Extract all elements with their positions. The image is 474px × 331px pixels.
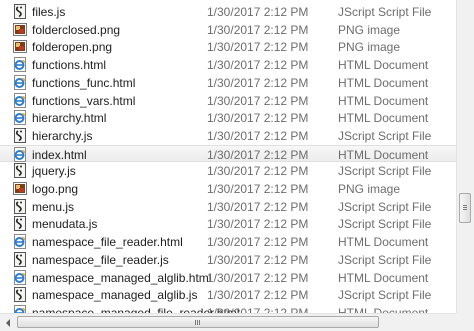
file-date-modified: 1/30/2017 2:12 PM [207, 305, 309, 313]
file-type: HTML Document [338, 235, 429, 250]
file-name: files.js [32, 5, 66, 19]
file-date-modified: 1/30/2017 2:12 PM [207, 93, 309, 108]
html-document-icon [13, 57, 27, 73]
jscript-file-icon [13, 163, 27, 179]
file-name: hierarchy.html [32, 111, 107, 126]
file-date-modified: 1/30/2017 2:12 PM [207, 270, 309, 285]
file-row[interactable]: jquery.js 1/30/2017 2:12 PM JScript Script… [0, 162, 456, 180]
scrollbar-corner [456, 313, 474, 331]
file-row[interactable]: menu.js 1/30/2017 2:12 PM JScript Script F… [0, 198, 456, 216]
file-name: namespace_managed_alglib.js [32, 288, 198, 303]
file-name: hierarchy.js [32, 128, 93, 143]
file-row[interactable]: hierarchy.html 1/30/2017 2:12 PM HTML Docu… [0, 109, 456, 127]
horizontal-scrollbar-thumb[interactable] [17, 316, 379, 328]
file-type: JScript Script File [338, 252, 432, 267]
file-type: PNG image [338, 182, 401, 196]
file-row[interactable]: logo.png 1/30/2017 2:12 PM PNG image [0, 180, 456, 198]
png-image-icon [13, 181, 27, 196]
file-date-modified: 1/30/2017 2:12 PM [207, 58, 309, 73]
file-row-selected[interactable]: index.html 1/30/2017 2:12 PM HTML Document [0, 144, 456, 163]
file-row[interactable]: functions.html 1/30/2017 2:12 PM HTML Docu… [0, 56, 456, 74]
scroll-left-arrow-icon[interactable] [0, 314, 17, 331]
file-date-modified: 1/30/2017 2:12 PM [207, 182, 309, 196]
file-type: HTML Document [338, 58, 429, 73]
vertical-scrollbar-thumb[interactable] [459, 193, 471, 223]
file-name: index.html [32, 147, 87, 162]
file-row[interactable]: functions_vars.html 1/30/2017 2:12 PM HTML… [0, 92, 456, 110]
horizontal-scrollbar[interactable] [0, 313, 456, 331]
html-document-icon [13, 92, 27, 108]
file-type: JScript Script File [338, 199, 432, 214]
file-row[interactable]: menudata.js 1/30/2017 2:12 PM JScript Scri… [0, 215, 456, 233]
file-type: HTML Document [338, 111, 429, 126]
file-date-modified: 1/30/2017 2:12 PM [207, 252, 309, 267]
file-name: namespace_file_reader.html [32, 235, 183, 250]
vertical-scrollbar[interactable] [456, 0, 474, 313]
file-date-modified: 1/30/2017 2:12 PM [207, 22, 309, 37]
file-row[interactable]: folderopen.png 1/30/2017 2:12 PM PNG image [0, 38, 456, 56]
file-name: logo.png [32, 182, 79, 196]
file-type: JScript Script File [338, 5, 432, 19]
file-row[interactable]: namespace_managed_file_reader.html 1/30/2… [0, 304, 456, 313]
file-name: functions_func.html [32, 75, 136, 90]
file-row[interactable]: namespace_managed_alglib.html 1/30/2017 2… [0, 269, 456, 287]
file-name: functions.html [32, 58, 107, 73]
file-date-modified: 1/30/2017 2:12 PM [207, 164, 309, 179]
file-name: folderopen.png [32, 40, 113, 55]
file-type: HTML Document [338, 147, 429, 162]
jscript-file-icon [13, 251, 27, 267]
file-row[interactable]: folderclosed.png 1/30/2017 2:12 PM PNG ima… [0, 21, 456, 39]
file-date-modified: 1/30/2017 2:12 PM [207, 5, 309, 19]
file-type: JScript Script File [338, 288, 432, 303]
file-type: HTML Document [338, 93, 429, 108]
html-document-icon [13, 234, 27, 250]
file-type: JScript Script File [338, 164, 432, 179]
file-name: functions_vars.html [32, 93, 136, 108]
file-name: menu.js [32, 199, 75, 214]
jscript-file-icon [13, 127, 27, 143]
file-type: PNG image [338, 22, 401, 37]
file-date-modified: 1/30/2017 2:12 PM [207, 128, 309, 143]
html-document-icon [13, 74, 27, 90]
file-type: HTML Document [338, 75, 429, 90]
file-row[interactable]: namespace_file_reader.js 1/30/2017 2:12 P… [0, 251, 456, 269]
html-document-icon [13, 269, 27, 285]
file-row[interactable]: hierarchy.js 1/30/2017 2:12 PM JScript Scr… [0, 127, 456, 145]
file-name: jquery.js [32, 164, 76, 179]
html-document-icon [13, 146, 27, 162]
png-image-icon [13, 22, 27, 37]
file-date-modified: 1/30/2017 2:12 PM [207, 40, 309, 55]
jscript-file-icon [13, 216, 27, 232]
file-date-modified: 1/30/2017 2:12 PM [207, 235, 309, 250]
file-type: PNG image [338, 40, 401, 55]
file-date-modified: 1/30/2017 2:12 PM [207, 147, 309, 162]
file-name: namespace_file_reader.js [32, 252, 169, 267]
html-document-icon [13, 304, 27, 313]
png-image-icon [13, 39, 27, 54]
file-type: JScript Script File [338, 217, 432, 232]
file-row[interactable]: namespace_file_reader.html 1/30/2017 2:12… [0, 233, 456, 251]
jscript-file-icon [13, 198, 27, 214]
file-row[interactable]: namespace_managed_alglib.js 1/30/2017 2:1… [0, 286, 456, 304]
jscript-file-icon [13, 287, 27, 303]
html-document-icon [13, 110, 27, 126]
file-name: menudata.js [32, 217, 98, 232]
file-date-modified: 1/30/2017 2:12 PM [207, 217, 309, 232]
file-row[interactable]: files.js 1/30/2017 2:12 PM JScript Script … [0, 3, 456, 21]
file-type: JScript Script File [338, 128, 432, 143]
file-date-modified: 1/30/2017 2:12 PM [207, 75, 309, 90]
jscript-file-icon [13, 4, 27, 19]
file-list[interactable]: files.js 1/30/2017 2:12 PM JScript Script … [0, 0, 456, 313]
file-row[interactable]: functions_func.html 1/30/2017 2:12 PM HTML… [0, 74, 456, 92]
file-date-modified: 1/30/2017 2:12 PM [207, 199, 309, 214]
file-type: HTML Document [338, 305, 429, 313]
file-date-modified: 1/30/2017 2:12 PM [207, 288, 309, 303]
file-name: folderclosed.png [32, 22, 121, 37]
file-type: HTML Document [338, 270, 429, 285]
file-date-modified: 1/30/2017 2:12 PM [207, 111, 309, 126]
file-name: namespace_managed_alglib.html [32, 270, 212, 285]
